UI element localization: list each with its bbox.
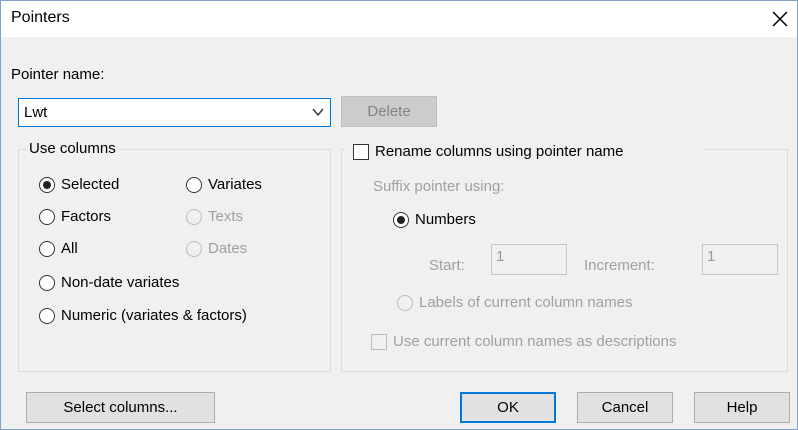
radio-texts[interactable]: [186, 209, 202, 225]
start-label: Start:: [429, 257, 465, 274]
radio-non-date-variates[interactable]: [39, 275, 55, 291]
select-columns-button[interactable]: Select columns...: [26, 392, 215, 423]
pointer-name-value: Lwt: [24, 104, 48, 121]
radio-dates[interactable]: [186, 241, 202, 257]
start-input[interactable]: 1: [491, 244, 567, 275]
delete-button[interactable]: Delete: [341, 96, 437, 127]
use-descriptions-label: Use current column names as descriptions: [393, 333, 677, 350]
radio-all[interactable]: [39, 241, 55, 257]
suffix-label: Suffix pointer using:: [373, 178, 505, 195]
radio-variates-label: Variates: [208, 176, 262, 193]
radio-selected[interactable]: [39, 177, 55, 193]
radio-numeric-label: Numeric (variates & factors): [61, 307, 247, 324]
chevron-down-icon[interactable]: [312, 108, 324, 117]
dialog-title: Pointers: [11, 9, 70, 26]
title-bar: Pointers: [1, 1, 797, 37]
help-button[interactable]: Help: [694, 392, 790, 423]
increment-input[interactable]: 1: [702, 244, 778, 275]
radio-numbers[interactable]: [393, 212, 409, 228]
use-columns-legend: Use columns: [26, 140, 119, 157]
radio-texts-label: Texts: [208, 208, 244, 225]
increment-label: Increment:: [584, 257, 655, 274]
radio-selected-label: Selected: [61, 176, 120, 193]
radio-labels-of-column-names[interactable]: [397, 295, 413, 311]
radio-non-date-variates-label: Non-date variates: [61, 274, 180, 291]
close-icon[interactable]: [768, 7, 792, 31]
radio-factors-label: Factors: [61, 208, 112, 225]
cancel-button[interactable]: Cancel: [577, 392, 673, 423]
use-descriptions-checkbox[interactable]: [371, 334, 387, 350]
radio-labels-of-column-names-label: Labels of current column names: [419, 294, 633, 311]
ok-button[interactable]: OK: [460, 392, 556, 423]
radio-variates[interactable]: [186, 177, 202, 193]
pointer-name-label: Pointer name:: [11, 66, 105, 83]
radio-all-label: All: [61, 240, 78, 257]
rename-columns-checkbox[interactable]: [353, 144, 369, 160]
pointer-name-combobox[interactable]: Lwt: [18, 98, 331, 127]
pointers-dialog: Pointers Pointer name: Lwt Delete Use co…: [0, 0, 798, 430]
radio-numeric[interactable]: [39, 308, 55, 324]
radio-factors[interactable]: [39, 209, 55, 225]
radio-numbers-label: Numbers: [415, 211, 476, 228]
rename-columns-label: Rename columns using pointer name: [375, 143, 624, 160]
radio-dates-label: Dates: [208, 240, 248, 257]
